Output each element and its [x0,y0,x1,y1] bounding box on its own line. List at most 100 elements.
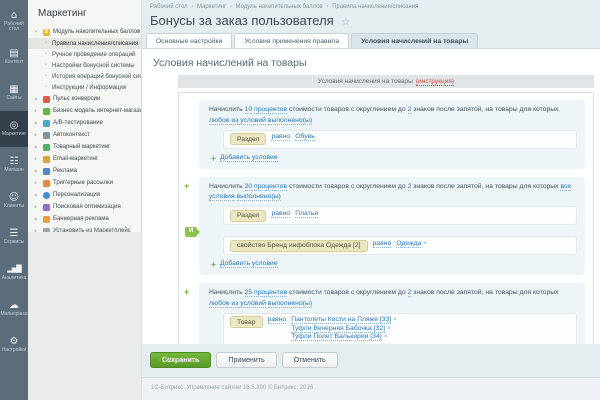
value-link[interactable]: Пантолеты Кости на Пляже [33] [291,316,391,324]
sidebar-item-seo[interactable]: ▸ Поисковая оптимизация [28,201,141,213]
remove-value-icon[interactable]: × [393,316,397,323]
breadcrumb-item[interactable]: Модуль накопительных баллов [236,4,323,10]
sidebar-item-autocontext[interactable]: ▸ Автоконтекст [28,129,141,141]
favorite-star-icon[interactable]: ☆ [341,17,350,28]
sidebar-item-label: Модуль накопительных баллов [53,29,140,35]
precision-link[interactable]: 2 [408,183,412,191]
unit-link[interactable]: процентов [254,183,287,191]
more-values-ellipsis[interactable]: ... [291,342,397,344]
add-condition-link[interactable]: Добавить условие [220,154,278,162]
sidebar-item-label: Ручное проведение операций [52,52,135,58]
sidebar-item-conversion-pulse[interactable]: ▸ Пульс конверсии [28,93,141,105]
value-link[interactable]: Туфли Вечерняя Бабочка [32] [291,325,385,333]
rail-item-sites[interactable]: ▦ Сайты [0,75,28,111]
rail-item-desktop[interactable]: ⌂ Рабочий стол [0,3,28,39]
sidebar-item-operations-history[interactable]: ◦ История операций бонусной системы [28,71,141,82]
condition-state-link[interactable]: выполнено(ы) [268,117,312,125]
email-icon [43,156,50,163]
bullet-icon: ◦ [45,73,47,79]
sidebar-item-instructions[interactable]: ◦ Инструкции / Информация [28,82,141,93]
sidebar-item-manual-operations[interactable]: ◦ Ручное проведение операций [28,49,141,60]
instruction-link[interactable]: (инструкция) [416,78,454,86]
sidebar-item-product-marketing[interactable]: ▸ Товарный маркетинг [28,141,141,153]
cancel-button[interactable]: Отменить [282,352,338,368]
apply-button[interactable]: Применить [216,352,276,368]
field-chip[interactable]: Раздел [230,210,266,222]
rail-item-label: Рабочий стол [1,22,28,33]
condition-state-link[interactable]: выполнено(ы) [237,193,281,201]
amount-link[interactable]: 10 [245,106,253,114]
sidebar-item-bonus-settings[interactable]: ◦ Настройки бонусной системы [28,60,141,71]
condition-group-1: Начислить 10 процентов стоимости товаров… [199,100,585,169]
add-condition-line: + Добавить условие [211,259,577,269]
sidebar-item-bonus-module[interactable]: ▾ S Модуль накопительных баллов [28,26,141,38]
sidebar-item-accrual-rules[interactable]: ◦ Правила начисления/списания [28,38,141,49]
rail-item-marketing[interactable]: ◎ Маркетинг [0,111,28,147]
main-content: Рабочий стол › Маркетинг › Модуль накопи… [142,0,600,400]
precision-link[interactable]: 2 [408,106,412,114]
plus-icon: + [211,259,216,269]
sidebar-item-label: Пульс конверсии [53,96,100,102]
breadcrumb-item[interactable]: Рабочий стол [150,4,188,10]
remove-value-icon[interactable]: × [384,333,388,340]
sidebar-item-trigger-mailings[interactable]: ▸ Триггерные рассылки [28,177,141,189]
sidebar-item-ads[interactable]: ▸ Реклама [28,165,141,177]
unit-link[interactable]: процентов [254,106,287,114]
sidebar-item-install-marketplace[interactable]: ▸ Установить из Маркетплейс [28,225,141,237]
operator-link[interactable]: равно [373,240,392,248]
tab-product-accrual-conditions[interactable]: Условия начислений на товары [351,33,478,48]
unit-link[interactable]: процентов [254,289,287,297]
precision-link[interactable]: 2 [408,289,412,297]
value-link[interactable]: Обувь [295,133,315,141]
condition-row: Раздел равно Обувь [223,130,577,149]
field-chip[interactable]: Товар [230,316,263,328]
tab-rule-conditions[interactable]: Условия применения правила [234,33,349,48]
operator-link[interactable]: равно [268,316,287,324]
save-button[interactable]: Сохранить [150,352,211,368]
basket-icon: ☷ [10,156,19,167]
condition-mode-link[interactable]: любое из условий [209,117,266,125]
ads-icon [43,168,50,175]
condition-state-link[interactable]: выполнено(ы) [268,300,312,308]
rail-item-services[interactable]: ☰ Сервисы [0,219,28,255]
rail-item-analytics[interactable]: ▂▅█ Аналитика [0,255,28,291]
rail-item-clients[interactable]: ☺ Клиенты [0,183,28,219]
sidebar-item-business-model[interactable]: ▸ Бизнес модель интернет-магазина [28,105,141,117]
header-text: Начислить [209,106,243,113]
value-link[interactable]: Платья [295,210,318,218]
breadcrumb-item[interactable]: Маркетинг [197,4,226,10]
amount-link[interactable]: 25 [245,289,253,297]
add-group-icon[interactable]: + [184,287,189,297]
sidebar-item-banner-ads[interactable]: ▸ Баннерная реклама [28,213,141,225]
sidebar-item-email-marketing[interactable]: ▸ Email-маркетинг [28,153,141,165]
rail-item-settings[interactable]: ⚙ Настройки [0,327,28,363]
value-link[interactable]: Одежда [396,240,421,248]
sidebar-item-personalization[interactable]: ▸ Персонализация [28,189,141,201]
add-condition-link[interactable]: Добавить условие [220,260,278,268]
value-link[interactable]: Туфли Полет Валькирии [34] [291,333,381,341]
field-chip[interactable]: Раздел [230,133,266,145]
condition-mode-link[interactable]: любое из условий [209,300,266,308]
rail-item-shop[interactable]: ☷ Магазин [0,147,28,183]
gear-icon: ⚙ [10,336,19,347]
rail-item-marketplace[interactable]: ☁ Marketplace [0,291,28,327]
tab-main-settings[interactable]: Основные настройки [146,33,232,48]
operator-link[interactable]: равно [271,133,290,141]
module-rail: ⌂ Рабочий стол ▤ Контент ▦ Сайты ◎ Марке… [0,0,28,400]
chevron-right-icon: ▸ [35,168,40,174]
add-group-icon[interactable]: + [184,181,189,191]
sidebar-item-ab-testing[interactable]: ▸ A/B-тестирование [28,117,141,129]
rail-item-content[interactable]: ▤ Контент [0,39,28,75]
rail-item-label: Аналитика [2,276,27,282]
tab-panel: Условия начислений на товары Условия нач… [142,48,600,344]
and-connector-tag[interactable]: И [185,227,197,238]
bullet-icon: ◦ [45,84,47,90]
operator-link[interactable]: равно [271,210,290,218]
amount-link[interactable]: 20 [245,183,253,191]
breadcrumb-item[interactable]: Правила начисления/списания [332,4,418,10]
field-chip[interactable]: свойство Бренд инфоблока Одежда [2] [230,240,368,252]
chevron-right-icon: ▸ [35,192,40,198]
sites-icon: ▦ [9,84,18,95]
remove-value-icon[interactable]: × [387,325,391,332]
remove-value-icon[interactable]: × [423,240,427,247]
